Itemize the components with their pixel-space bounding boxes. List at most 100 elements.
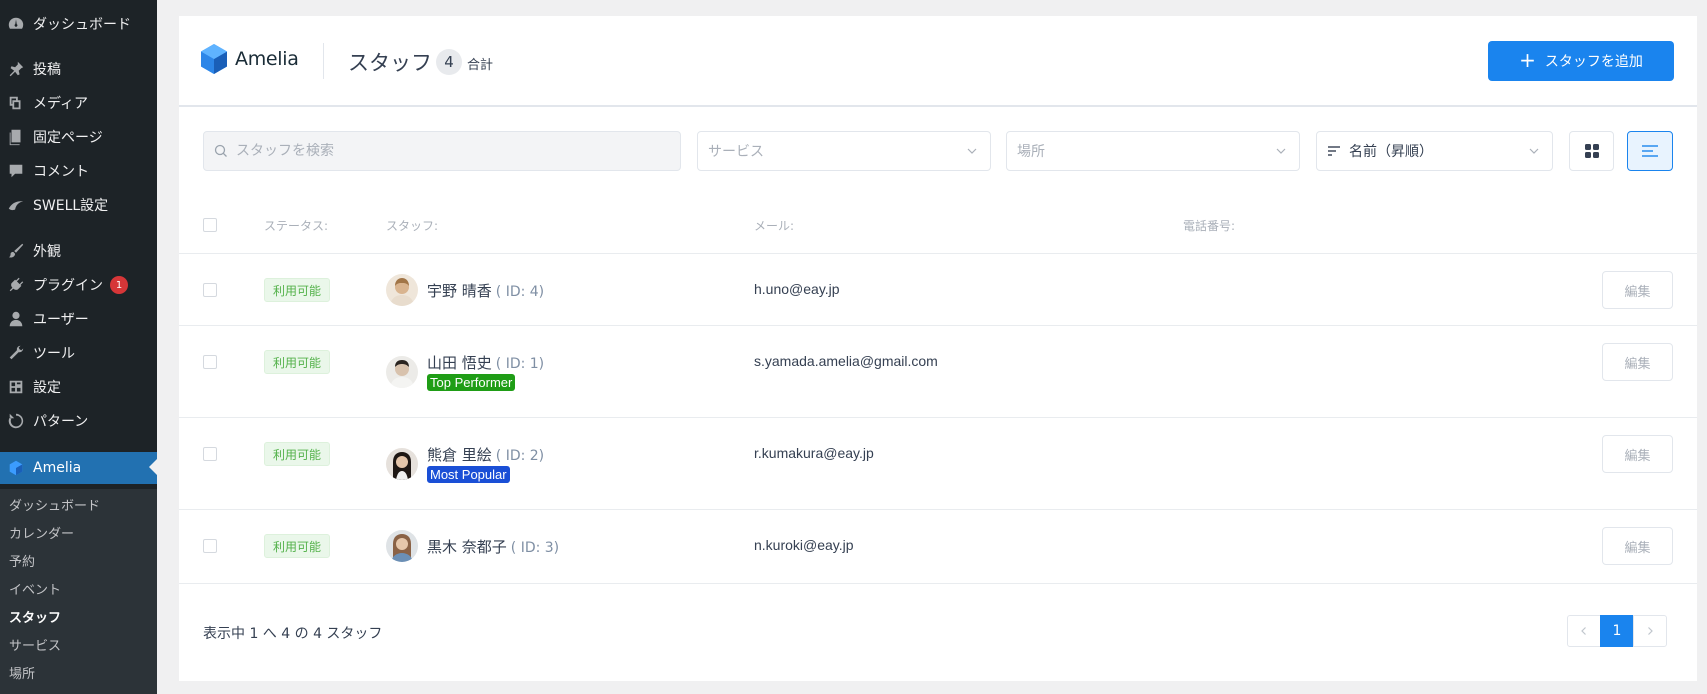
wp-menu-label: ダッシュボード: [33, 17, 131, 33]
list-view-button[interactable]: [1627, 131, 1673, 171]
page-title: スタッフ: [348, 51, 432, 75]
wp-menu-label: 外観: [33, 244, 61, 260]
staff-email: r.kumakura@eay.jp: [754, 445, 874, 461]
avatar: [386, 530, 418, 562]
wp-menu-label: パターン: [33, 414, 89, 430]
column-phone: 電話番号:: [1183, 219, 1236, 233]
next-page-button[interactable]: [1633, 615, 1667, 647]
submenu-appointments[interactable]: 予約: [9, 551, 35, 570]
wp-menu-label: プラグイン: [33, 278, 103, 294]
row-divider: [179, 583, 1697, 584]
pin-icon: [6, 59, 26, 79]
wp-menu-users[interactable]: ユーザー: [0, 304, 157, 334]
staff-id: ( ID: 2): [495, 448, 545, 464]
amelia-submenu: ダッシュボード カレンダー 予約 イベント スタッフ サービス 場所: [0, 489, 157, 694]
staff-count-badge: 4: [436, 49, 462, 75]
submenu-locations[interactable]: 場所: [9, 663, 35, 682]
pagination-summary: 表示中 1 へ 4 の 4 スタッフ: [203, 626, 383, 642]
staff-id: ( ID: 4): [495, 284, 545, 300]
row-divider: [179, 509, 1697, 510]
media-icon: [6, 93, 26, 113]
prev-page-button[interactable]: [1567, 615, 1601, 647]
select-all-checkbox[interactable]: [203, 218, 217, 232]
add-staff-button[interactable]: + スタッフを追加: [1488, 41, 1674, 81]
wp-menu-comments[interactable]: コメント: [0, 156, 157, 186]
wp-admin-sidebar: ダッシュボード 投稿 メディア 固定ページ コメント SWELL設定 外観 プラ…: [0, 0, 157, 694]
wp-menu-tools[interactable]: ツール: [0, 338, 157, 368]
page-number-button[interactable]: 1: [1600, 615, 1634, 647]
staff-search-input[interactable]: [236, 143, 656, 159]
service-filter-select[interactable]: サービス: [697, 131, 991, 171]
wp-menu-label: ユーザー: [33, 312, 89, 328]
chevron-down-icon: [1529, 148, 1539, 154]
status-badge: 利用可能: [264, 350, 331, 374]
wp-menu-amelia[interactable]: Amelia: [0, 452, 157, 484]
staff-id: ( ID: 3): [510, 540, 560, 556]
avatar: [386, 448, 418, 480]
row-checkbox[interactable]: [203, 283, 217, 297]
sort-value: 名前（昇順）: [1349, 144, 1433, 160]
staff-name[interactable]: 熊倉 里絵( ID: 2): [427, 444, 544, 465]
amelia-logo-icon: [201, 44, 227, 74]
staff-id: ( ID: 1): [495, 356, 545, 372]
staff-name-text: 宇野 晴香: [427, 282, 492, 300]
wp-menu-label: Amelia: [33, 460, 82, 476]
edit-button[interactable]: 編集: [1602, 527, 1673, 565]
wp-menu-appearance[interactable]: 外観: [0, 236, 157, 266]
row-checkbox[interactable]: [203, 447, 217, 461]
wp-menu-dashboard[interactable]: ダッシュボード: [0, 9, 157, 39]
staff-name[interactable]: 宇野 晴香( ID: 4): [427, 280, 544, 301]
staff-search-box[interactable]: [203, 131, 681, 171]
comment-icon: [6, 161, 26, 181]
edit-button[interactable]: 編集: [1602, 343, 1673, 381]
staff-name-text: 山田 悟史: [427, 354, 492, 372]
amelia-icon: [6, 458, 26, 478]
staff-name[interactable]: 黒木 奈都子( ID: 3): [427, 536, 559, 557]
submenu-staff[interactable]: スタッフ: [9, 607, 61, 626]
edit-button[interactable]: 編集: [1602, 435, 1673, 473]
staff-email: n.kuroki@eay.jp: [754, 537, 854, 553]
submenu-events[interactable]: イベント: [9, 579, 61, 598]
chevron-down-icon: [967, 148, 977, 154]
wp-menu-settings[interactable]: 設定: [0, 372, 157, 402]
staff-email: s.yamada.amelia@gmail.com: [754, 353, 938, 369]
wp-menu-label: コメント: [33, 164, 89, 180]
submenu-calendar[interactable]: カレンダー: [9, 523, 74, 542]
edit-button[interactable]: 編集: [1602, 271, 1673, 309]
sort-select[interactable]: 名前（昇順）: [1316, 131, 1553, 171]
row-checkbox[interactable]: [203, 539, 217, 553]
page-header: Amelia スタッフ 4 合計 + スタッフを追加: [179, 16, 1697, 107]
submenu-services[interactable]: サービス: [9, 635, 61, 654]
row-divider: [179, 325, 1697, 326]
wp-menu-label: SWELL設定: [33, 198, 109, 214]
wp-menu-posts[interactable]: 投稿: [0, 54, 157, 84]
wp-menu-label: 投稿: [33, 62, 61, 78]
wp-menu-plugins[interactable]: プラグイン 1: [0, 270, 157, 300]
avatar: [386, 274, 418, 306]
settings-icon: [6, 377, 26, 397]
location-filter-placeholder: 場所: [1017, 144, 1045, 160]
wp-menu-patterns[interactable]: パターン: [0, 406, 157, 436]
row-divider: [179, 417, 1697, 418]
wrench-icon: [6, 343, 26, 363]
column-status: ステータス:: [264, 219, 329, 233]
chevron-down-icon: [1276, 148, 1286, 154]
amelia-logo: Amelia: [201, 44, 299, 74]
status-badge: 利用可能: [264, 278, 331, 302]
logo-text: Amelia: [235, 48, 299, 70]
wp-menu-swell[interactable]: SWELL設定: [0, 190, 157, 220]
staff-tag-top-performer: Top Performer: [427, 374, 516, 391]
chevron-left-icon: [1581, 627, 1586, 635]
location-filter-select[interactable]: 場所: [1006, 131, 1300, 171]
dashboard-icon: [6, 14, 26, 34]
grid-view-button[interactable]: [1569, 131, 1614, 171]
staff-name[interactable]: 山田 悟史( ID: 1): [427, 352, 544, 373]
wp-menu-label: 設定: [33, 380, 61, 396]
staff-email: h.uno@eay.jp: [754, 281, 840, 297]
submenu-dashboard[interactable]: ダッシュボード: [9, 495, 100, 514]
pattern-icon: [6, 411, 26, 431]
wp-menu-media[interactable]: メディア: [0, 88, 157, 118]
row-checkbox[interactable]: [203, 355, 217, 369]
row-divider: [179, 253, 1697, 254]
wp-menu-pages[interactable]: 固定ページ: [0, 122, 157, 152]
